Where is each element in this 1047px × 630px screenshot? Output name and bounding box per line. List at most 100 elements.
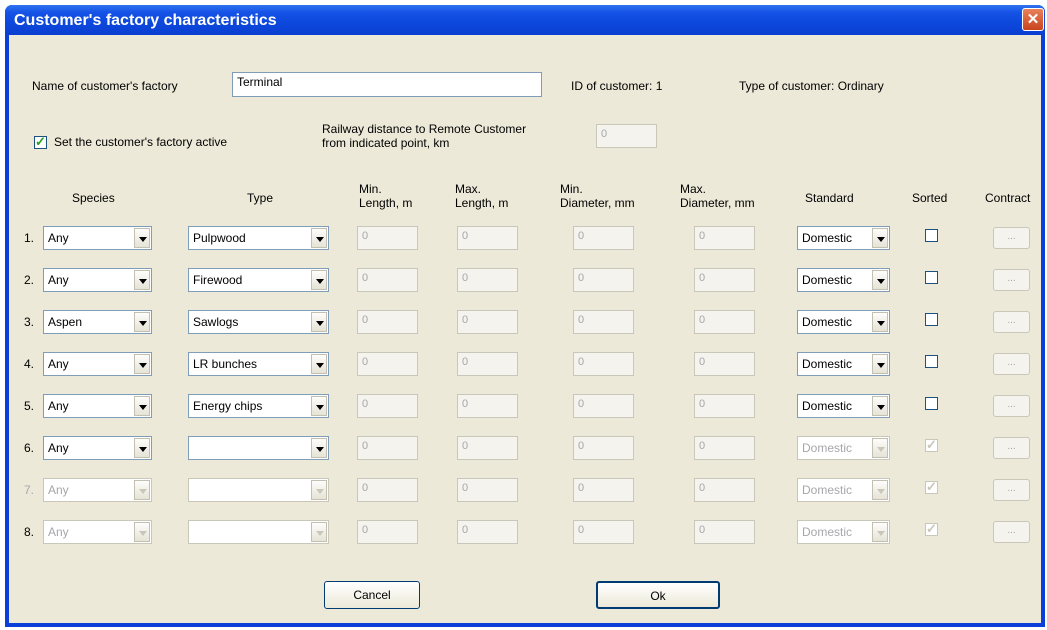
- chevron-down-icon: [134, 396, 150, 416]
- standard-select[interactable]: Domestic: [797, 226, 890, 250]
- standard-select[interactable]: Domestic: [797, 478, 890, 502]
- max-length-input[interactable]: 0: [457, 478, 518, 502]
- species-select[interactable]: Any: [43, 268, 152, 292]
- min-length-input[interactable]: 0: [357, 352, 418, 376]
- min-diameter-input[interactable]: 0: [573, 226, 634, 250]
- row-number: 5.: [24, 399, 35, 413]
- min-diameter-input[interactable]: 0: [573, 394, 634, 418]
- species-select[interactable]: Any: [43, 478, 152, 502]
- customer-id-text: ID of customer: 1: [571, 79, 663, 93]
- species-select[interactable]: Any: [43, 394, 152, 418]
- max-diameter-input[interactable]: 0: [694, 268, 755, 292]
- contract-button[interactable]: ...: [993, 479, 1030, 501]
- chevron-down-icon: [872, 312, 888, 332]
- min-diameter-input[interactable]: 0: [573, 310, 634, 334]
- sorted-checkbox[interactable]: [925, 479, 938, 495]
- max-diameter-input[interactable]: 0: [694, 436, 755, 460]
- standard-select[interactable]: Domestic: [797, 310, 890, 334]
- sorted-checkbox[interactable]: [925, 229, 938, 242]
- species-select[interactable]: Any: [43, 436, 152, 460]
- sorted-header: Sorted: [912, 191, 948, 205]
- max-diameter-input[interactable]: 0: [694, 394, 755, 418]
- standard-select[interactable]: Domestic: [797, 268, 890, 292]
- dialog-title: Customer's factory characteristics: [14, 12, 277, 29]
- type-select[interactable]: Pulpwood: [188, 226, 329, 250]
- min-length-input[interactable]: 0: [357, 394, 418, 418]
- chevron-down-icon: [311, 228, 327, 248]
- max-diameter-input[interactable]: 0: [694, 226, 755, 250]
- max-length-input[interactable]: 0: [457, 268, 518, 292]
- min-length-input[interactable]: 0: [357, 226, 418, 250]
- max-length-input[interactable]: 0: [457, 352, 518, 376]
- max-diameter-input[interactable]: 0: [694, 352, 755, 376]
- contract-button[interactable]: ...: [993, 311, 1030, 333]
- min-length-input[interactable]: 0: [357, 268, 418, 292]
- sorted-checkbox[interactable]: [925, 355, 938, 368]
- type-select[interactable]: [188, 436, 329, 460]
- min-length-input[interactable]: 0: [357, 436, 418, 460]
- ok-button[interactable]: Ok: [596, 581, 720, 609]
- min-length-input[interactable]: 0: [357, 520, 418, 544]
- row-number: 6.: [24, 441, 35, 455]
- chevron-down-icon: [134, 438, 150, 458]
- type-select[interactable]: Firewood: [188, 268, 329, 292]
- chevron-down-icon: [311, 270, 327, 290]
- standard-select[interactable]: Domestic: [797, 394, 890, 418]
- max-length-input[interactable]: 0: [457, 226, 518, 250]
- contract-button[interactable]: ...: [993, 437, 1030, 459]
- sorted-checkbox[interactable]: [925, 271, 938, 284]
- chevron-down-icon: [872, 522, 888, 542]
- chevron-down-icon: [134, 270, 150, 290]
- species-select[interactable]: Any: [43, 226, 152, 250]
- min-length-header: Min. Length, m: [359, 182, 413, 210]
- factory-active-checkbox[interactable]: [34, 134, 47, 150]
- chevron-down-icon: [134, 522, 150, 542]
- factory-name-label: Name of customer's factory: [32, 79, 178, 93]
- contract-button[interactable]: ...: [993, 521, 1030, 543]
- max-length-input[interactable]: 0: [457, 310, 518, 334]
- standard-select[interactable]: Domestic: [797, 520, 890, 544]
- max-length-input[interactable]: 0: [457, 520, 518, 544]
- min-diameter-input[interactable]: 0: [573, 436, 634, 460]
- contract-button[interactable]: ...: [993, 395, 1030, 417]
- chevron-down-icon: [872, 396, 888, 416]
- min-diameter-input[interactable]: 0: [573, 520, 634, 544]
- standard-select[interactable]: Domestic: [797, 352, 890, 376]
- species-select[interactable]: Aspen: [43, 310, 152, 334]
- min-diameter-input[interactable]: 0: [573, 268, 634, 292]
- type-select[interactable]: [188, 478, 329, 502]
- railway-label: Railway distance to Remote Customer from …: [322, 122, 527, 150]
- min-diameter-input[interactable]: 0: [573, 478, 634, 502]
- standard-select[interactable]: Domestic: [797, 436, 890, 460]
- type-select[interactable]: LR bunches: [188, 352, 329, 376]
- type-select[interactable]: Sawlogs: [188, 310, 329, 334]
- max-diameter-input[interactable]: 0: [694, 310, 755, 334]
- min-length-input[interactable]: 0: [357, 310, 418, 334]
- chevron-down-icon: [872, 228, 888, 248]
- chevron-down-icon: [872, 480, 888, 500]
- sorted-checkbox[interactable]: [925, 521, 938, 537]
- sorted-checkbox[interactable]: [925, 313, 938, 326]
- cancel-button[interactable]: Cancel: [324, 581, 420, 609]
- sorted-checkbox[interactable]: [925, 437, 938, 453]
- type-select[interactable]: Energy chips: [188, 394, 329, 418]
- contract-button[interactable]: ...: [993, 269, 1030, 291]
- chevron-down-icon: [134, 480, 150, 500]
- close-button[interactable]: ✕: [1022, 8, 1044, 31]
- species-select[interactable]: Any: [43, 520, 152, 544]
- sorted-checkbox[interactable]: [925, 397, 938, 410]
- min-length-input[interactable]: 0: [357, 478, 418, 502]
- max-length-input[interactable]: 0: [457, 436, 518, 460]
- railway-distance-input[interactable]: 0: [596, 124, 657, 148]
- contract-button[interactable]: ...: [993, 227, 1030, 249]
- factory-name-input[interactable]: Terminal: [232, 72, 542, 97]
- type-select[interactable]: [188, 520, 329, 544]
- chevron-down-icon: [311, 312, 327, 332]
- max-diameter-input[interactable]: 0: [694, 478, 755, 502]
- min-diameter-input[interactable]: 0: [573, 352, 634, 376]
- contract-button[interactable]: ...: [993, 353, 1030, 375]
- max-diameter-input[interactable]: 0: [694, 520, 755, 544]
- chevron-down-icon: [311, 522, 327, 542]
- max-length-input[interactable]: 0: [457, 394, 518, 418]
- species-select[interactable]: Any: [43, 352, 152, 376]
